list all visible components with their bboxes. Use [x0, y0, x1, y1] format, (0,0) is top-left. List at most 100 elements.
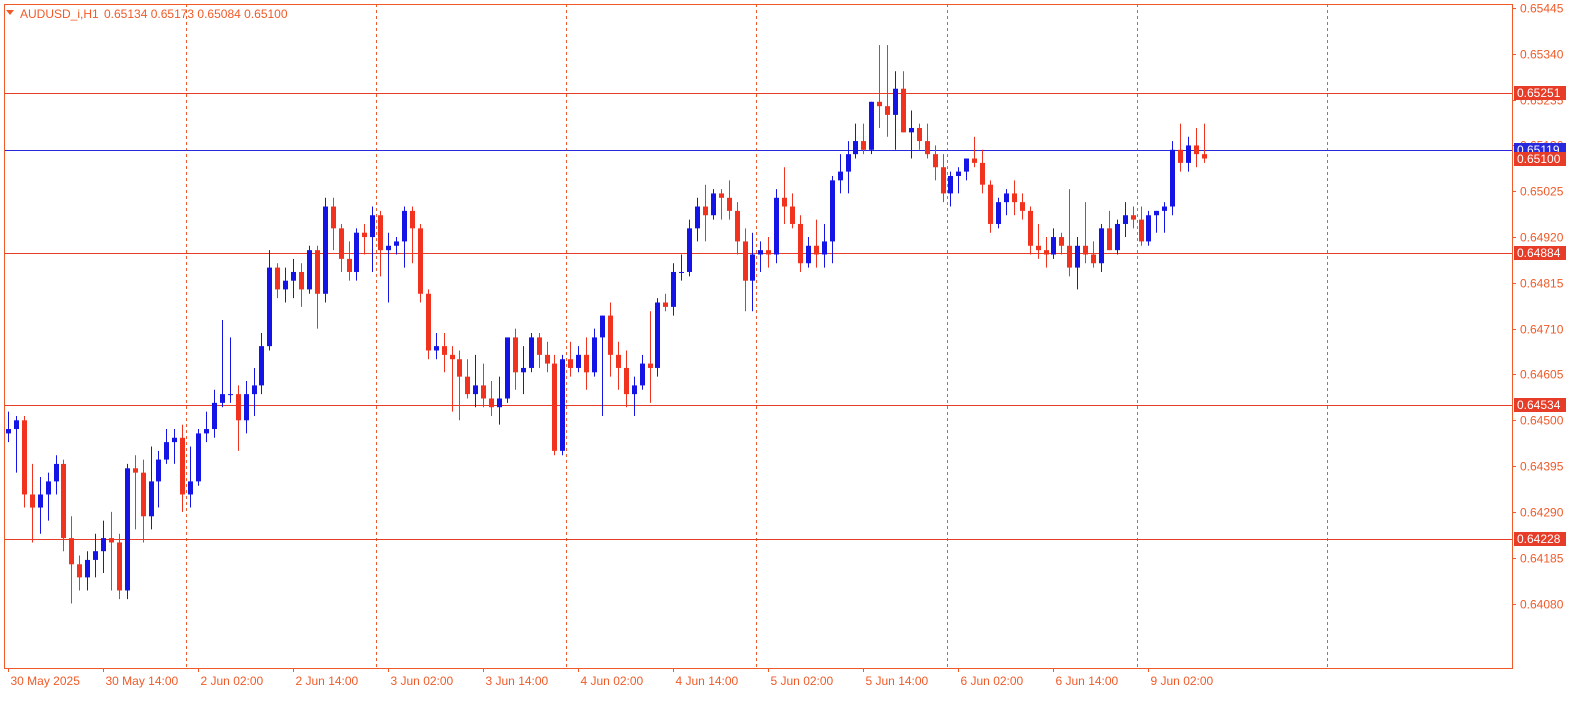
bear-candle-body	[61, 463, 66, 539]
bear-candle-body	[703, 206, 708, 216]
bull-candle-body	[853, 141, 858, 155]
bull-candle-body	[1154, 210, 1159, 216]
bear-candle-body	[347, 258, 352, 272]
bear-candle-body	[1083, 245, 1088, 255]
bear-candle-body	[861, 141, 866, 150]
bull-candle-body	[394, 241, 399, 246]
bull-candle-body	[156, 459, 161, 482]
bear-candle-body	[1194, 145, 1199, 155]
bear-candle-body	[719, 193, 724, 198]
bear-candle-body	[1107, 228, 1112, 251]
price-chart[interactable]: 0.654450.653400.652350.651300.650250.649…	[0, 0, 1586, 703]
bear-candle-body	[1131, 215, 1136, 220]
x-tick-label: 30 May 14:00	[106, 674, 179, 688]
bull-candle-body	[386, 245, 391, 251]
bull-candle-body	[830, 180, 835, 242]
bear-candle-body	[77, 564, 82, 578]
bull-candle-body	[354, 232, 359, 272]
x-tick-label: 5 Jun 02:00	[771, 674, 834, 688]
bear-candle-body	[1091, 254, 1096, 264]
bull-candle-body	[679, 271, 684, 273]
bull-candle-body	[1051, 237, 1056, 255]
bull-candle-body	[655, 302, 660, 368]
bear-candle-body	[442, 346, 447, 355]
bear-candle-body	[648, 363, 653, 368]
level-price-tag: 0.64534	[1517, 398, 1561, 412]
bull-candle-body	[434, 346, 439, 351]
bull-candle-body	[252, 385, 257, 395]
bull-candle-body	[600, 315, 605, 338]
bull-candle-body	[54, 463, 59, 482]
bear-candle-body	[457, 359, 462, 377]
bear-candle-body	[766, 250, 771, 255]
bear-candle-body	[980, 162, 985, 185]
bull-candle-body	[244, 394, 249, 421]
x-tick-label: 5 Jun 14:00	[866, 674, 929, 688]
x-tick-label: 2 Jun 02:00	[201, 674, 264, 688]
y-tick-label: 0.64290	[1520, 506, 1564, 520]
bear-candle-body	[624, 367, 629, 395]
bull-candle-body	[695, 206, 700, 229]
bull-candle-body	[521, 367, 526, 373]
bull-candle-body	[6, 429, 11, 434]
bear-candle-body	[537, 337, 542, 355]
bull-candle-body	[956, 171, 961, 176]
bear-candle-body	[552, 363, 557, 451]
bear-candle-body	[743, 241, 748, 281]
bull-candle-body	[307, 250, 312, 290]
bull-candle-body	[632, 385, 637, 395]
y-tick-label: 0.64920	[1520, 231, 1564, 245]
bear-candle-body	[362, 232, 367, 238]
bull-candle-body	[212, 402, 217, 430]
chart-canvas[interactable]: 0.654450.653400.652350.651300.650250.649…	[0, 0, 1586, 703]
bull-candle-body	[774, 197, 779, 255]
bear-candle-body	[790, 206, 795, 224]
bear-candle-body	[180, 437, 185, 495]
bear-candle-body	[933, 154, 938, 168]
bear-candle-body	[727, 197, 732, 211]
bear-candle-body	[1202, 154, 1207, 159]
bear-candle-body	[1028, 210, 1033, 246]
bull-candle-body	[125, 468, 130, 591]
bear-candle-body	[988, 184, 993, 224]
y-tick-label: 0.65445	[1520, 2, 1564, 16]
bear-candle-body	[141, 472, 146, 517]
y-tick-label: 0.65025	[1520, 185, 1564, 199]
bull-candle-body	[948, 175, 953, 194]
x-tick-label: 4 Jun 14:00	[676, 674, 739, 688]
bull-candle-body	[711, 193, 716, 216]
bull-candle-body	[758, 250, 763, 255]
bear-candle-body	[465, 376, 470, 395]
last-price-tag: 0.65100	[1517, 152, 1561, 166]
symbol-label: AUDUSD_i,H1	[20, 7, 99, 21]
bull-candle-body	[402, 210, 407, 242]
grid-layer	[4, 4, 1512, 668]
bull-candle-body	[671, 271, 676, 307]
y-tick-label: 0.64815	[1520, 277, 1564, 291]
bull-candle-body	[497, 398, 502, 408]
bull-candle-body	[1075, 245, 1080, 268]
y-tick-label: 0.64395	[1520, 460, 1564, 474]
bear-candle-body	[1044, 250, 1049, 255]
bear-candle-body	[236, 394, 241, 421]
bull-candle-body	[291, 271, 296, 281]
x-tick-label: 30 May 2025	[11, 674, 81, 688]
bear-candle-body	[584, 354, 589, 373]
bull-candle-body	[529, 337, 534, 368]
axis-layer: 0.654450.653400.652350.651300.650250.649…	[4, 2, 1566, 688]
bull-candle-body	[1170, 149, 1175, 207]
bull-candle-body	[1099, 228, 1104, 264]
bull-candle-body	[323, 206, 328, 294]
bear-candle-body	[941, 167, 946, 194]
bull-candle-body	[172, 437, 177, 443]
bear-candle-body	[1036, 245, 1041, 251]
bear-candle-body	[1020, 202, 1025, 211]
bull-candle-body	[640, 363, 645, 386]
y-tick-label: 0.64185	[1520, 552, 1564, 566]
bear-candle-body	[545, 354, 550, 364]
ohlc-readout: 0.65134 0.65173 0.65084 0.65100	[104, 7, 288, 21]
x-tick-label: 4 Jun 02:00	[581, 674, 644, 688]
bear-candle-body	[1012, 193, 1017, 203]
collapse-triangle-icon[interactable]	[6, 10, 14, 15]
bull-candle-body	[473, 385, 478, 395]
